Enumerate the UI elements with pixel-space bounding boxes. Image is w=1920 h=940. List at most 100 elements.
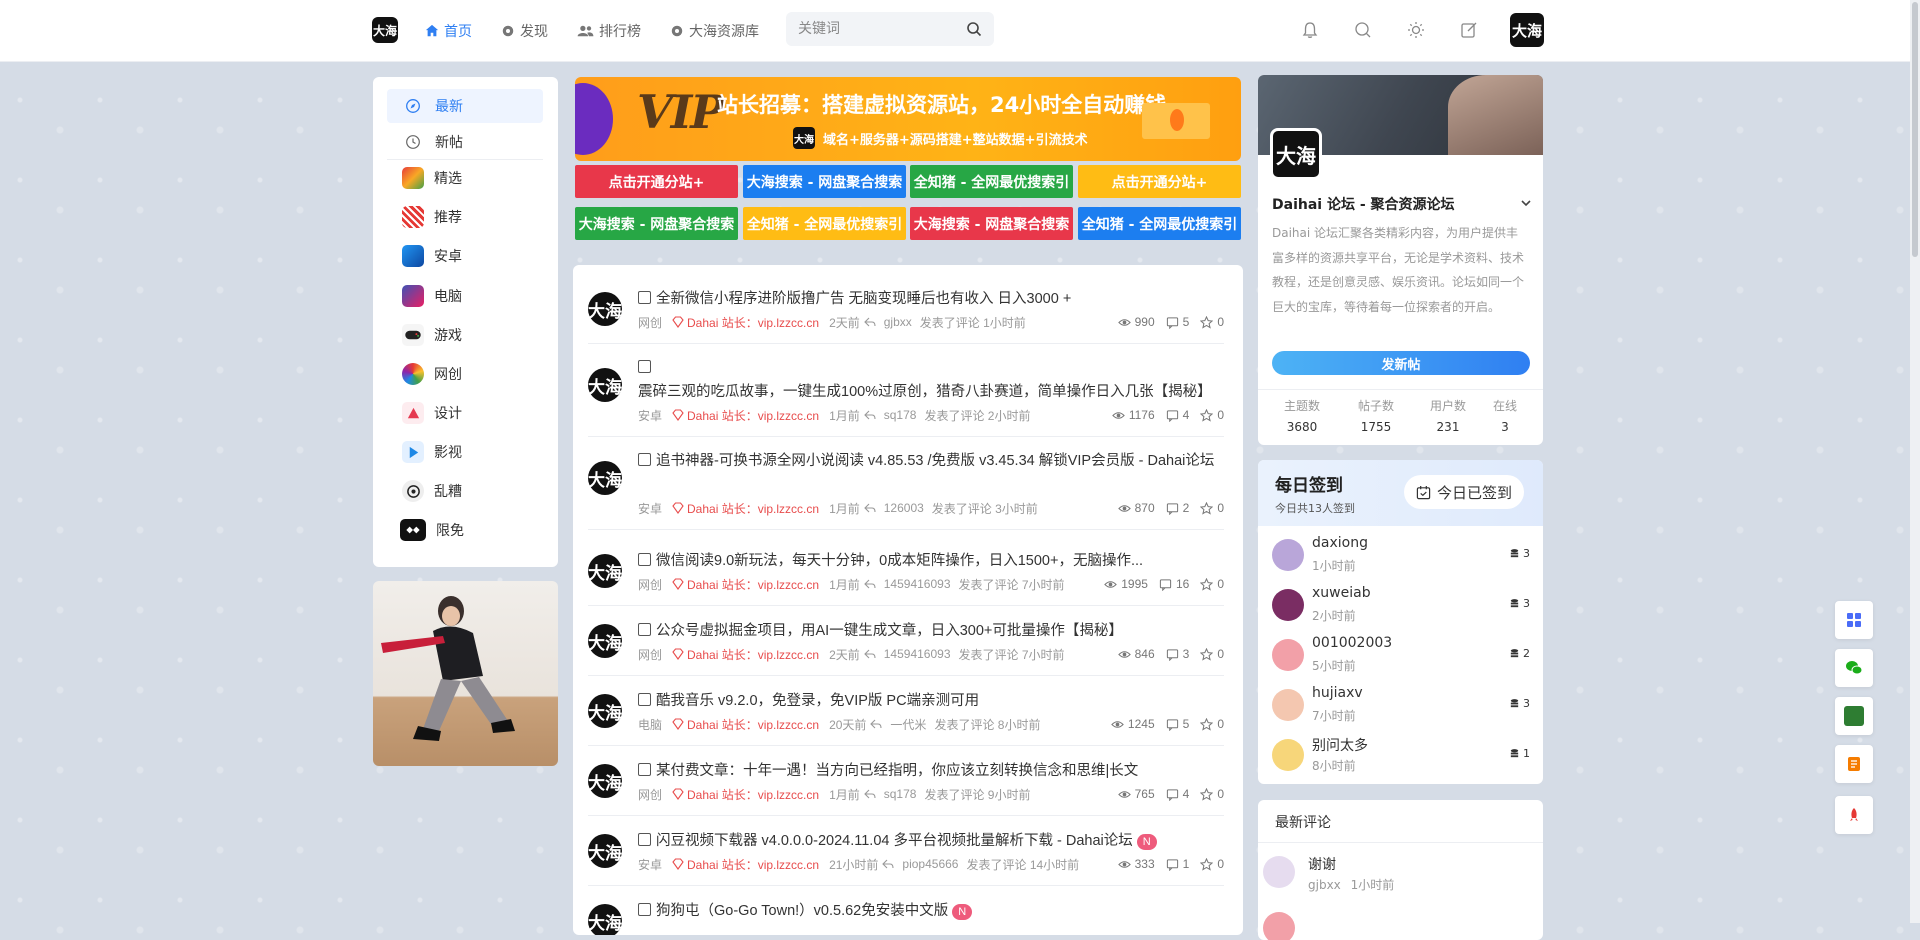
post-title[interactable]: 震碎三观的吃瓜故事，一键生成100%过原创，猎奇八卦赛道，简单操作日入几张【揭秘… bbox=[638, 356, 1223, 404]
theme-toggle-icon[interactable] bbox=[1406, 20, 1426, 40]
post-avatar[interactable]: 大海 bbox=[588, 624, 622, 658]
vip-recruit-banner[interactable]: VIP 站长招募：搭建虚拟资源站，24小时全自动赚钱 大海 域名+服务器+源码搭… bbox=[575, 77, 1241, 161]
category-design[interactable]: 设计 bbox=[387, 396, 543, 430]
quick-link-button[interactable]: 大海搜索 - 网盘聚合搜索 bbox=[743, 165, 906, 198]
post-author[interactable]: Dahai 站长：vip.lzzcc.cn bbox=[672, 314, 819, 331]
avatar[interactable] bbox=[1272, 689, 1304, 721]
signin-username[interactable]: xuweiab bbox=[1312, 585, 1371, 601]
category-games[interactable]: 游戏 bbox=[387, 318, 543, 352]
category-misc[interactable]: 乱糟 bbox=[387, 474, 543, 508]
post-item[interactable]: 大海 某付费文章：十年一遇！当方向已经指明，你应该立刻转换信念和思维|长文 网创… bbox=[588, 759, 1224, 816]
post-author[interactable]: Dahai 站长：vip.lzzcc.cn bbox=[672, 716, 819, 733]
post-item[interactable]: 大海 酷我音乐 v9.2.0，免登录，免VIP版 PC端亲测可用 电脑 Daha… bbox=[588, 689, 1224, 746]
post-section[interactable]: 安卓 bbox=[638, 407, 662, 424]
bell-icon[interactable] bbox=[1300, 20, 1320, 40]
scrollbar-thumb[interactable] bbox=[1912, 2, 1918, 257]
post-section[interactable]: 安卓 bbox=[638, 500, 662, 517]
category-startup[interactable]: 网创 bbox=[387, 357, 543, 391]
signin-user-row[interactable]: xuweiab 2小时前 3 bbox=[1272, 585, 1530, 629]
post-avatar[interactable]: 大海 bbox=[588, 461, 622, 495]
post-item[interactable]: 大海 微信阅读9.0新玩法，每天十分钟，0成本矩阵操作，日入1500+，无脑操作… bbox=[588, 549, 1224, 606]
post-avatar[interactable]: 大海 bbox=[588, 292, 622, 326]
category-free[interactable]: 限免 bbox=[387, 513, 543, 547]
post-section[interactable]: 安卓 bbox=[638, 856, 662, 873]
comment-item[interactable]: 谢谢 gjbxx 1小时前 bbox=[1263, 852, 1533, 896]
float-apps-button[interactable] bbox=[1835, 601, 1873, 639]
post-avatar[interactable]: 大海 bbox=[588, 764, 622, 798]
post-item[interactable]: 大海 全新微信小程序进阶版撸广告 无脑变现睡后也有收入 日入3000 + 网创 … bbox=[588, 287, 1224, 344]
search-icon[interactable] bbox=[966, 21, 982, 37]
post-title[interactable]: 狗狗屯（Go-Go Town!）v0.5.62免安装中文版 N bbox=[638, 899, 1223, 923]
post-author[interactable]: Dahai 站长：vip.lzzcc.cn bbox=[672, 856, 819, 873]
nav-ranking[interactable]: 排行榜 bbox=[577, 21, 641, 41]
search-icon[interactable] bbox=[1353, 20, 1373, 40]
post-item[interactable]: 大海 震碎三观的吃瓜故事，一键生成100%过原创，猎奇八卦赛道，简单操作日入几张… bbox=[588, 356, 1224, 437]
post-replier[interactable]: sq178 bbox=[884, 408, 917, 422]
like-count[interactable]: 0 bbox=[1200, 857, 1224, 871]
post-replier[interactable]: 1459416093 bbox=[884, 577, 951, 591]
quick-link-button[interactable]: 点击开通分站+ bbox=[1078, 165, 1241, 198]
like-count[interactable]: 0 bbox=[1200, 501, 1224, 515]
quick-link-button[interactable]: 全知猪 - 全网最优搜索引 bbox=[1078, 207, 1241, 240]
signin-user-row[interactable]: daxiong 1小时前 3 bbox=[1272, 535, 1530, 579]
post-replier[interactable]: sq178 bbox=[884, 787, 917, 801]
float-wechat-button[interactable] bbox=[1835, 649, 1873, 687]
page-scrollbar[interactable] bbox=[1910, 0, 1920, 923]
signed-in-button[interactable]: 今日已签到 bbox=[1404, 475, 1524, 509]
post-author[interactable]: Dahai 站长：vip.lzzcc.cn bbox=[672, 786, 819, 803]
quick-link-button[interactable]: 大海搜索 - 网盘聚合搜索 bbox=[575, 207, 738, 240]
category-android[interactable]: 安卓 bbox=[387, 239, 543, 273]
category-new-posts[interactable]: 新帖 bbox=[387, 125, 543, 159]
chevron-down-icon[interactable] bbox=[1520, 197, 1532, 209]
category-recommend[interactable]: 推荐 bbox=[387, 200, 543, 234]
category-featured[interactable]: 精选 bbox=[387, 161, 543, 195]
post-author[interactable]: Dahai 站长：vip.lzzcc.cn bbox=[672, 646, 819, 663]
signin-username[interactable]: daxiong bbox=[1312, 535, 1368, 551]
comment-user[interactable]: gjbxx bbox=[1308, 878, 1341, 892]
post-section[interactable]: 网创 bbox=[638, 646, 662, 663]
post-item[interactable]: 大海 狗狗屯（Go-Go Town!）v0.5.62免安装中文版 N bbox=[588, 899, 1224, 935]
post-title[interactable]: 追书神器-可换书源全网小说阅读 v4.85.53 /免费版 v3.45.34 解… bbox=[638, 449, 1223, 473]
post-avatar[interactable]: 大海 bbox=[588, 904, 622, 935]
signin-username[interactable]: 001002003 bbox=[1312, 635, 1392, 651]
signin-username[interactable]: 别问太多 bbox=[1312, 735, 1368, 755]
post-section[interactable]: 网创 bbox=[638, 576, 662, 593]
like-count[interactable]: 0 bbox=[1200, 315, 1224, 329]
nav-home[interactable]: 首页 bbox=[425, 21, 472, 41]
quick-link-button[interactable]: 点击开通分站+ bbox=[575, 165, 738, 198]
category-video[interactable]: 影视 bbox=[387, 435, 543, 469]
post-avatar[interactable]: 大海 bbox=[588, 368, 622, 402]
float-article-button[interactable] bbox=[1835, 745, 1873, 783]
quick-link-button[interactable]: 全知猪 - 全网最优搜索引 bbox=[910, 165, 1073, 198]
post-title[interactable]: 全新微信小程序进阶版撸广告 无脑变现睡后也有收入 日入3000 + bbox=[638, 287, 1223, 311]
like-count[interactable]: 0 bbox=[1200, 717, 1224, 731]
signin-user-row[interactable]: 001002003 5小时前 2 bbox=[1272, 635, 1530, 679]
post-title[interactable]: 酷我音乐 v9.2.0，免登录，免VIP版 PC端亲测可用 bbox=[638, 689, 1223, 713]
post-section[interactable]: 电脑 bbox=[638, 716, 662, 733]
like-count[interactable]: 0 bbox=[1200, 577, 1224, 591]
post-title[interactable]: 闪豆视频下载器 v4.0.0.0-2024.11.04 多平台视频批量解析下载 … bbox=[638, 829, 1223, 853]
like-count[interactable]: 0 bbox=[1200, 408, 1224, 422]
post-replier[interactable]: gjbxx bbox=[884, 315, 912, 329]
avatar[interactable] bbox=[1263, 912, 1295, 940]
post-item[interactable]: 大海 闪豆视频下载器 v4.0.0.0-2024.11.04 多平台视频批量解析… bbox=[588, 829, 1224, 886]
post-avatar[interactable]: 大海 bbox=[588, 694, 622, 728]
post-section[interactable]: 网创 bbox=[638, 314, 662, 331]
post-replier[interactable]: 1459416093 bbox=[884, 647, 951, 661]
avatar[interactable] bbox=[1272, 639, 1304, 671]
float-back-to-top-button[interactable] bbox=[1835, 796, 1873, 834]
avatar[interactable] bbox=[1263, 856, 1295, 888]
site-logo[interactable]: 大海 bbox=[372, 17, 398, 43]
post-title[interactable]: 微信阅读9.0新玩法，每天十分钟，0成本矩阵操作，日入1500+，无脑操作... bbox=[638, 549, 1223, 573]
nav-discover[interactable]: 发现 bbox=[501, 21, 548, 41]
forum-name[interactable]: Daihai 论坛 - 聚合资源论坛 bbox=[1272, 194, 1455, 214]
like-count[interactable]: 0 bbox=[1200, 647, 1224, 661]
post-replier[interactable]: 一代米 bbox=[890, 716, 926, 733]
nav-resources[interactable]: 大海资源库 bbox=[670, 21, 759, 41]
post-avatar[interactable]: 大海 bbox=[588, 554, 622, 588]
signin-username[interactable]: hujiaxv bbox=[1312, 685, 1363, 701]
post-author[interactable]: Dahai 站长：vip.lzzcc.cn bbox=[672, 500, 819, 517]
float-qrcode-button[interactable] bbox=[1835, 697, 1873, 735]
avatar[interactable] bbox=[1272, 589, 1304, 621]
post-title[interactable]: 公众号虚拟掘金项目，用AI一键生成文章，日入300+可批量操作【揭秘】 bbox=[638, 619, 1223, 643]
